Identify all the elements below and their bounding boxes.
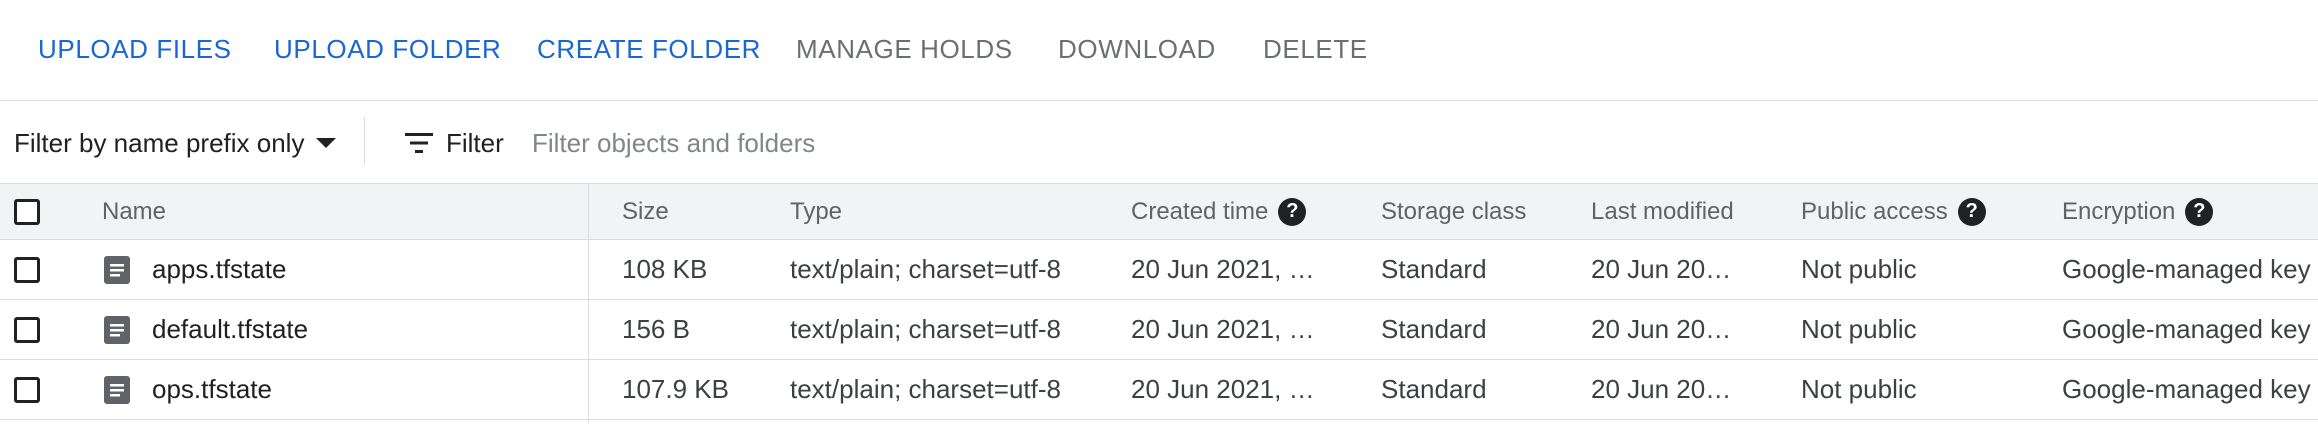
delete-button[interactable]: DELETE [1263,34,1368,65]
column-header-encryption[interactable]: Encryption ? [2062,184,2214,239]
objects-table: Name Size Type Created time ? Storage cl… [0,183,2318,423]
created-cell: 20 Jun 2021, … [1131,254,1315,284]
row-checkbox[interactable] [14,376,40,403]
select-all-checkbox[interactable] [14,198,40,225]
prefix-mode-dropdown[interactable]: Filter by name prefix only [14,125,337,161]
column-header-storage-class[interactable]: Storage class [1381,184,1526,239]
upload-folder-button[interactable]: UPLOAD FOLDER [274,34,501,65]
last-modified-cell: 20 Jun 20… [1591,314,1732,344]
filter-divider [364,117,365,165]
last-modified-cell: 20 Jun 20… [1591,254,1732,284]
action-toolbar: UPLOAD FILES UPLOAD FOLDER CREATE FOLDER… [0,0,2318,101]
size-cell: 156 B [622,314,690,344]
type-cell: text/plain; charset=utf-8 [790,254,1061,284]
created-cell: 20 Jun 2021, … [1131,314,1315,344]
column-header-created-label: Created time [1131,197,1269,225]
file-name-cell[interactable]: default.tfstate [104,300,308,359]
object-browser: UPLOAD FILES UPLOAD FOLDER CREATE FOLDER… [0,0,2318,446]
upload-files-button[interactable]: UPLOAD FILES [38,34,232,65]
column-header-type[interactable]: Type [790,184,842,239]
file-name-link[interactable]: ops.tfstate [152,374,272,405]
table-row[interactable]: default.tfstate 156 B text/plain; charse… [0,300,2318,360]
row-checkbox[interactable] [14,256,40,283]
public-access-cell: Not public [1801,254,1917,284]
encryption-cell: Google-managed key [2062,254,2311,284]
row-select-cell [14,240,40,299]
table-header-row: Name Size Type Created time ? Storage cl… [0,183,2318,240]
help-circle-icon[interactable]: ? [1957,197,1986,226]
public-access-cell: Not public [1801,314,1917,344]
storage-class-cell: Standard [1381,314,1487,344]
column-header-public-access[interactable]: Public access ? [1801,184,1986,239]
filter-bar: Filter by name prefix only Filter [0,101,2318,183]
column-header-name[interactable]: Name [102,184,166,239]
help-circle-icon[interactable]: ? [1278,197,1307,226]
filter-input[interactable] [532,123,1432,163]
help-circle-icon[interactable]: ? [2185,197,2214,226]
encryption-cell: Google-managed key [2062,314,2311,344]
filter-button[interactable]: Filter [404,125,504,161]
filter-lines-icon [405,133,433,153]
caret-down-icon [316,138,337,148]
column-header-public-access-label: Public access [1801,197,1948,225]
create-folder-button[interactable]: CREATE FOLDER [537,34,761,65]
column-header-created[interactable]: Created time ? [1131,184,1307,239]
last-modified-cell: 20 Jun 20… [1591,374,1732,404]
type-cell: text/plain; charset=utf-8 [790,314,1061,344]
storage-class-cell: Standard [1381,374,1487,404]
public-access-cell: Not public [1801,374,1917,404]
manage-holds-button[interactable]: MANAGE HOLDS [796,34,1013,65]
storage-class-cell: Standard [1381,254,1487,284]
file-name-cell[interactable]: ops.tfstate [104,360,272,419]
download-button[interactable]: DOWNLOAD [1058,34,1216,65]
text-file-icon [104,375,130,404]
table-row[interactable]: ops.tfstate 107.9 KB text/plain; charset… [0,360,2318,420]
column-header-size[interactable]: Size [622,184,669,239]
filter-label: Filter [446,127,504,158]
type-cell: text/plain; charset=utf-8 [790,374,1061,404]
column-header-last-modified[interactable]: Last modified [1591,184,1734,239]
select-all-cell [14,184,40,239]
file-name-cell[interactable]: apps.tfstate [104,240,286,299]
name-column-divider[interactable] [588,183,589,423]
file-name-link[interactable]: apps.tfstate [152,254,286,285]
file-name-link[interactable]: default.tfstate [152,314,308,345]
row-checkbox[interactable] [14,316,40,343]
row-select-cell [14,300,40,359]
encryption-cell: Google-managed key [2062,374,2311,404]
size-cell: 108 KB [622,254,708,284]
size-cell: 107.9 KB [622,374,729,404]
prefix-mode-label: Filter by name prefix only [14,127,305,158]
created-cell: 20 Jun 2021, … [1131,374,1315,404]
table-row[interactable]: apps.tfstate 108 KB text/plain; charset=… [0,240,2318,300]
text-file-icon [104,315,130,344]
row-select-cell [14,360,40,419]
text-file-icon [104,255,130,284]
column-header-encryption-label: Encryption [2062,197,2176,225]
